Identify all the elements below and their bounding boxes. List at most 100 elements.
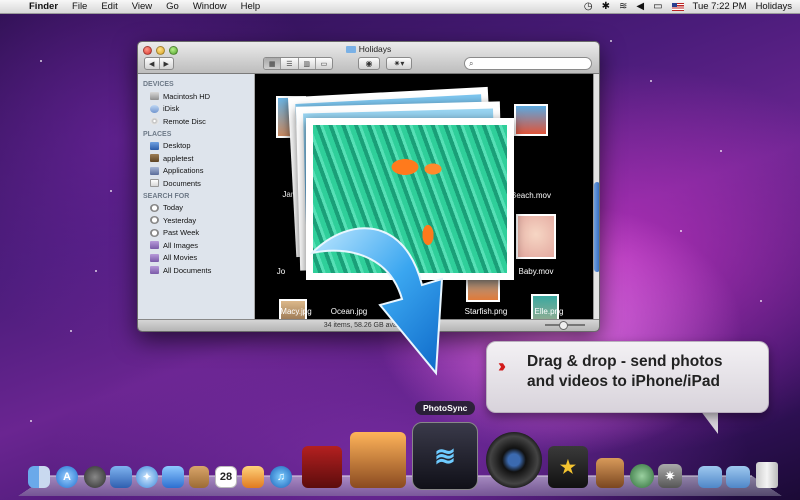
app-store-dock-icon[interactable]: A <box>56 466 78 488</box>
forward-button[interactable]: ▶ <box>160 58 174 69</box>
safari-dock-icon[interactable]: ✦ <box>136 466 158 488</box>
menu-view[interactable]: View <box>125 1 159 12</box>
menu-edit[interactable]: Edit <box>94 1 124 12</box>
sidebar-item-documents[interactable]: Documents <box>138 177 254 190</box>
time-machine-dock-icon[interactable] <box>630 464 654 488</box>
file-thumbnail-beach[interactable] <box>514 104 548 136</box>
preview-dock-icon[interactable] <box>242 466 264 488</box>
column-view-button[interactable]: ▥ <box>299 58 316 69</box>
mail-dock-icon[interactable] <box>110 466 132 488</box>
input-flag-icon[interactable] <box>671 2 684 11</box>
menubar-user[interactable]: Holidays <box>756 1 792 12</box>
applications-stack-dock-icon[interactable] <box>698 466 722 488</box>
action-button[interactable]: ✷▾ <box>386 57 412 70</box>
applications-icon <box>150 166 159 175</box>
sidebar-item-past-week[interactable]: Past Week <box>138 227 254 240</box>
file-thumbnail-baby[interactable] <box>516 214 556 259</box>
sidebar-item-desktop[interactable]: Desktop <box>138 140 254 153</box>
finder-titlebar[interactable]: Holidays ◀ ▶ ▦ ☰ ▥ ▭ ◉ ✷▾ ⌕ <box>138 42 599 74</box>
scroll-thumb[interactable] <box>594 182 599 272</box>
menu-finder[interactable]: Finder <box>22 1 65 12</box>
ical-day: 28 <box>219 471 233 483</box>
home-icon <box>150 154 159 163</box>
itunes-dock-icon[interactable]: ♫ <box>270 466 292 488</box>
icon-size-slider[interactable] <box>545 321 585 330</box>
icon-view-button[interactable]: ▦ <box>264 58 282 69</box>
sidebar-heading-devices: DEVICES <box>143 81 174 88</box>
imovie-dock-icon[interactable]: ★ <box>548 446 588 488</box>
ical-dock-icon[interactable]: 28 <box>215 466 237 488</box>
callout-line-1: Drag & drop - send photos <box>527 353 723 370</box>
finder-sidebar: DEVICES Macintosh HD iDisk Remote Disc P… <box>138 74 255 321</box>
callout-tail <box>700 410 718 434</box>
view-switcher: ▦ ☰ ▥ ▭ <box>263 57 333 70</box>
search-field[interactable]: ⌕ <box>464 57 592 70</box>
dashboard-dock-icon[interactable] <box>84 466 106 488</box>
dock-tooltip: PhotoSync <box>415 401 476 415</box>
gear-icon: ✷▾ <box>393 59 405 68</box>
front-row-dock-icon[interactable] <box>302 446 342 488</box>
callout-text: Drag & drop - send photos and videos to … <box>527 352 767 392</box>
ichat-dock-icon[interactable] <box>162 466 184 488</box>
smart-folder-icon <box>150 241 159 250</box>
iphoto-dock-icon[interactable] <box>350 432 406 488</box>
volume-icon[interactable]: ◀︎ <box>636 1 644 12</box>
eye-icon: ◉ <box>365 59 373 68</box>
sidebar-heading-places: PLACES <box>143 130 172 138</box>
menu-bar: Finder File Edit View Go Window Help ◷ ✱… <box>0 0 800 14</box>
back-button[interactable]: ◀ <box>145 58 160 69</box>
hard-drive-icon <box>150 92 159 101</box>
photosync-dock-icon[interactable]: ≋ <box>412 422 478 490</box>
quick-look-button[interactable]: ◉ <box>358 57 380 70</box>
menu-file[interactable]: File <box>65 1 94 12</box>
sidebar-item-yesterday[interactable]: Yesterday <box>138 214 254 227</box>
sidebar-item-applications[interactable]: Applications <box>138 165 254 178</box>
menu-help[interactable]: Help <box>234 1 268 12</box>
callout-line-2: and videos to iPhone/iPad <box>527 373 720 390</box>
battery-icon[interactable]: ▭ <box>653 1 662 12</box>
smart-folder-icon <box>150 253 159 262</box>
back-forward-control: ◀ ▶ <box>144 57 174 70</box>
bluetooth-icon[interactable]: ✱ <box>602 1 610 12</box>
sidebar-heading-search: SEARCH FOR <box>143 192 190 200</box>
clock-icon <box>150 203 159 212</box>
clock-icon <box>150 228 159 237</box>
time-machine-icon[interactable]: ◷ <box>584 1 593 12</box>
drag-arrow-icon <box>310 227 444 376</box>
address-book-dock-icon[interactable] <box>189 466 209 488</box>
folder-icon <box>345 46 356 53</box>
sidebar-item-macintosh-hd[interactable]: Macintosh HD <box>138 90 254 103</box>
documents-stack-dock-icon[interactable] <box>726 466 750 488</box>
window-title: Holidays <box>138 44 599 54</box>
sidebar-item-home[interactable]: appletest <box>138 152 254 165</box>
gear-icon: ✷ <box>664 469 676 483</box>
trash-dock-icon[interactable] <box>756 462 778 488</box>
desktop-icon <box>150 141 159 150</box>
coverflow-view-button[interactable]: ▭ <box>316 58 332 69</box>
sidebar-item-all-documents[interactable]: All Documents <box>138 264 254 277</box>
disc-icon <box>150 117 159 126</box>
sidebar-item-all-images[interactable]: All Images <box>138 239 254 252</box>
photo-booth-dock-icon[interactable] <box>486 432 542 488</box>
garageband-dock-icon[interactable] <box>596 458 624 488</box>
wifi-icon: ≋ <box>434 440 456 471</box>
documents-icon <box>150 179 159 188</box>
sidebar-item-remote-disc[interactable]: Remote Disc <box>138 115 254 128</box>
sidebar-item-all-movies[interactable]: All Movies <box>138 252 254 265</box>
menu-window[interactable]: Window <box>186 1 234 12</box>
promo-callout: ›› Drag & drop - send photos and videos … <box>486 341 769 413</box>
file-label-elle[interactable]: Elle.png <box>514 307 584 316</box>
vertical-scrollbar[interactable] <box>593 74 599 321</box>
finder-dock-icon[interactable] <box>28 466 50 488</box>
system-preferences-dock-icon[interactable]: ✷ <box>658 464 682 488</box>
menubar-clock[interactable]: Tue 7:22 PM <box>693 1 747 12</box>
menu-go[interactable]: Go <box>159 1 186 12</box>
wifi-icon[interactable]: ≋ <box>619 1 627 12</box>
chevron-right-icon: ›› <box>498 356 506 376</box>
list-view-button[interactable]: ☰ <box>281 58 299 69</box>
clock-icon <box>150 216 159 225</box>
smart-folder-icon <box>150 266 159 275</box>
idisk-icon <box>150 104 159 113</box>
sidebar-item-idisk[interactable]: iDisk <box>138 103 254 116</box>
sidebar-item-today[interactable]: Today <box>138 202 254 215</box>
